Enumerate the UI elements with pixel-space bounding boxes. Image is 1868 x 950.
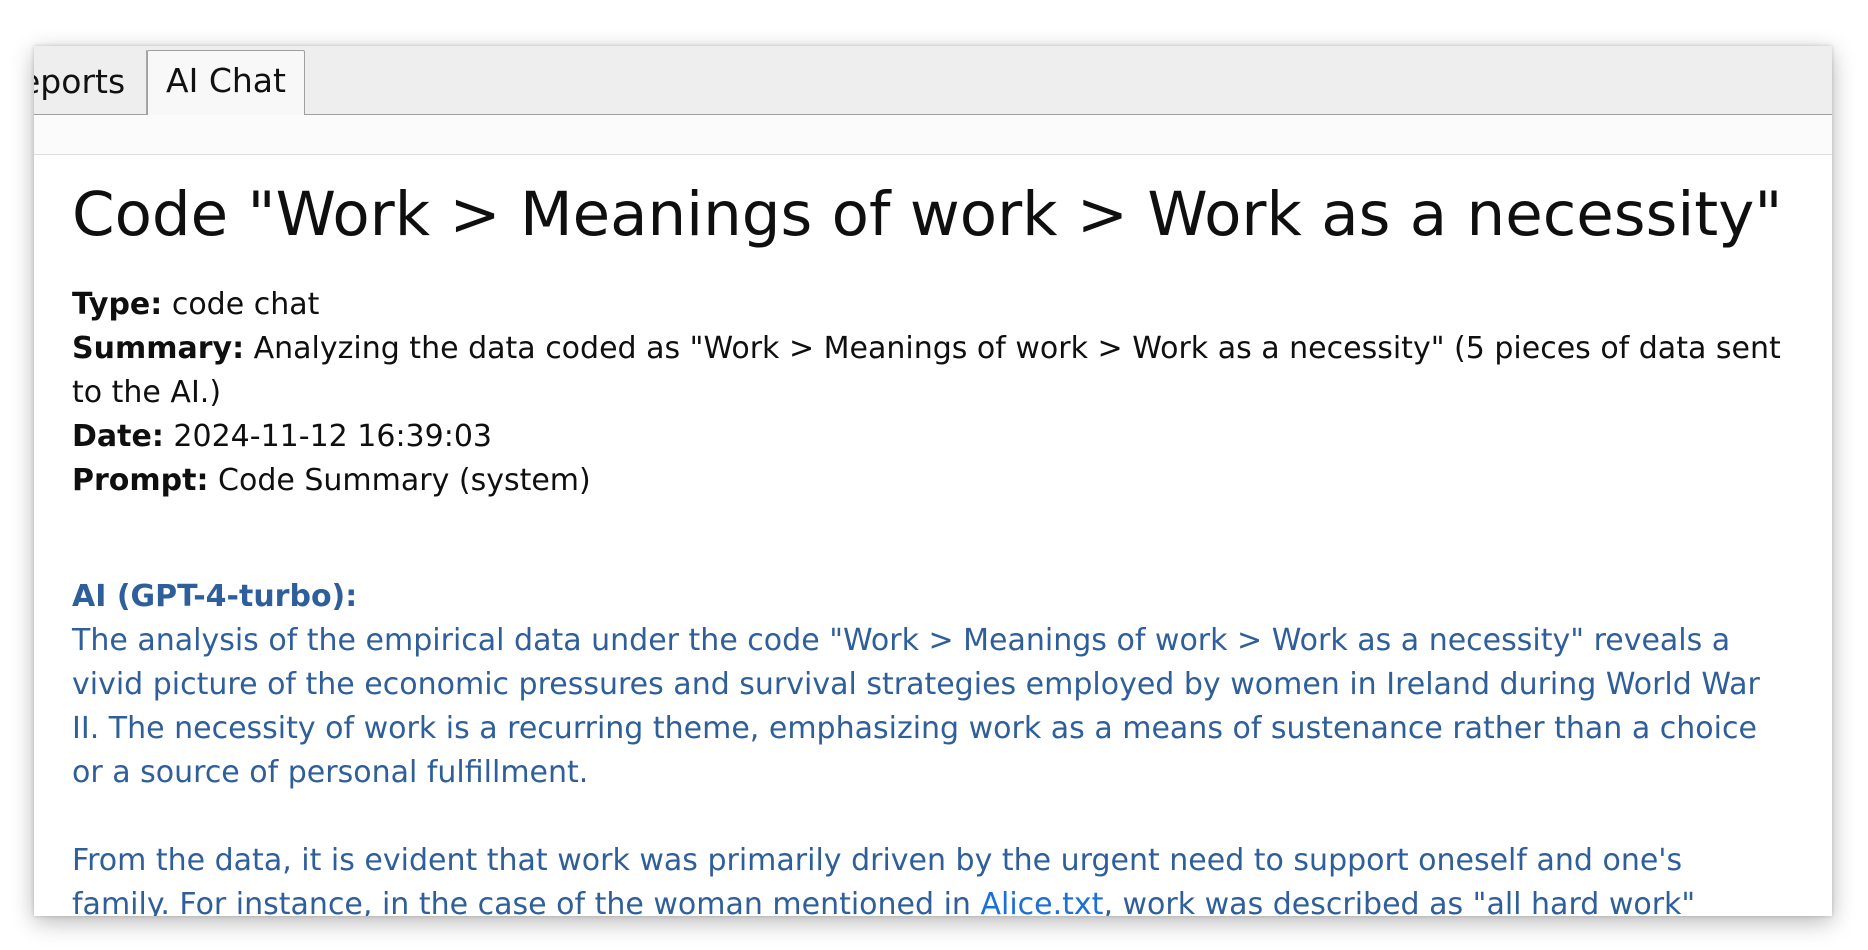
ai-paragraph-2-end: , work was described as "all hard work" — [1103, 887, 1696, 916]
meta-prompt-row: Prompt: Code Summary (system) — [72, 459, 1782, 503]
page-title: Code "Work > Meanings of work > Work as … — [72, 179, 1783, 250]
tab-ai-chat[interactable]: AI Chat — [147, 50, 305, 116]
meta-summary-row: Summary: Analyzing the data coded as "Wo… — [72, 327, 1782, 415]
tab-content-toolbar — [34, 115, 1832, 155]
tab-reports[interactable]: eports — [34, 50, 147, 114]
ai-chat-window: eports AI Chat Code "Work > Meanings of … — [34, 46, 1832, 916]
meta-date-row: Date: 2024-11-12 16:39:03 — [72, 415, 1782, 459]
ai-paragraph-2: From the data, it is evident that work w… — [72, 839, 1782, 916]
meta-summary-label: Summary: — [72, 331, 245, 366]
chat-metadata: Type: code chat Summary: Analyzing the d… — [72, 283, 1782, 503]
chat-document: Code "Work > Meanings of work > Work as … — [72, 170, 1782, 916]
tab-bar: eports AI Chat — [34, 46, 1832, 116]
meta-type-label: Type: — [72, 287, 163, 322]
meta-date-value: 2024-11-12 16:39:03 — [173, 419, 493, 454]
document-link-alice[interactable]: Alice.txt — [980, 887, 1103, 916]
meta-date-label: Date: — [72, 419, 164, 454]
meta-type-row: Type: code chat — [72, 283, 1782, 327]
ai-paragraph-1: The analysis of the empirical data under… — [72, 623, 1760, 790]
meta-prompt-value: Code Summary (system) — [218, 463, 591, 498]
meta-summary-value: Analyzing the data coded as "Work > Mean… — [72, 331, 1781, 410]
meta-prompt-label: Prompt: — [72, 463, 209, 498]
meta-type-value: code chat — [171, 287, 320, 322]
ai-model-label: AI (GPT-4-turbo): — [72, 579, 358, 614]
ai-response: AI (GPT-4-turbo): The analysis of the em… — [72, 575, 1782, 916]
